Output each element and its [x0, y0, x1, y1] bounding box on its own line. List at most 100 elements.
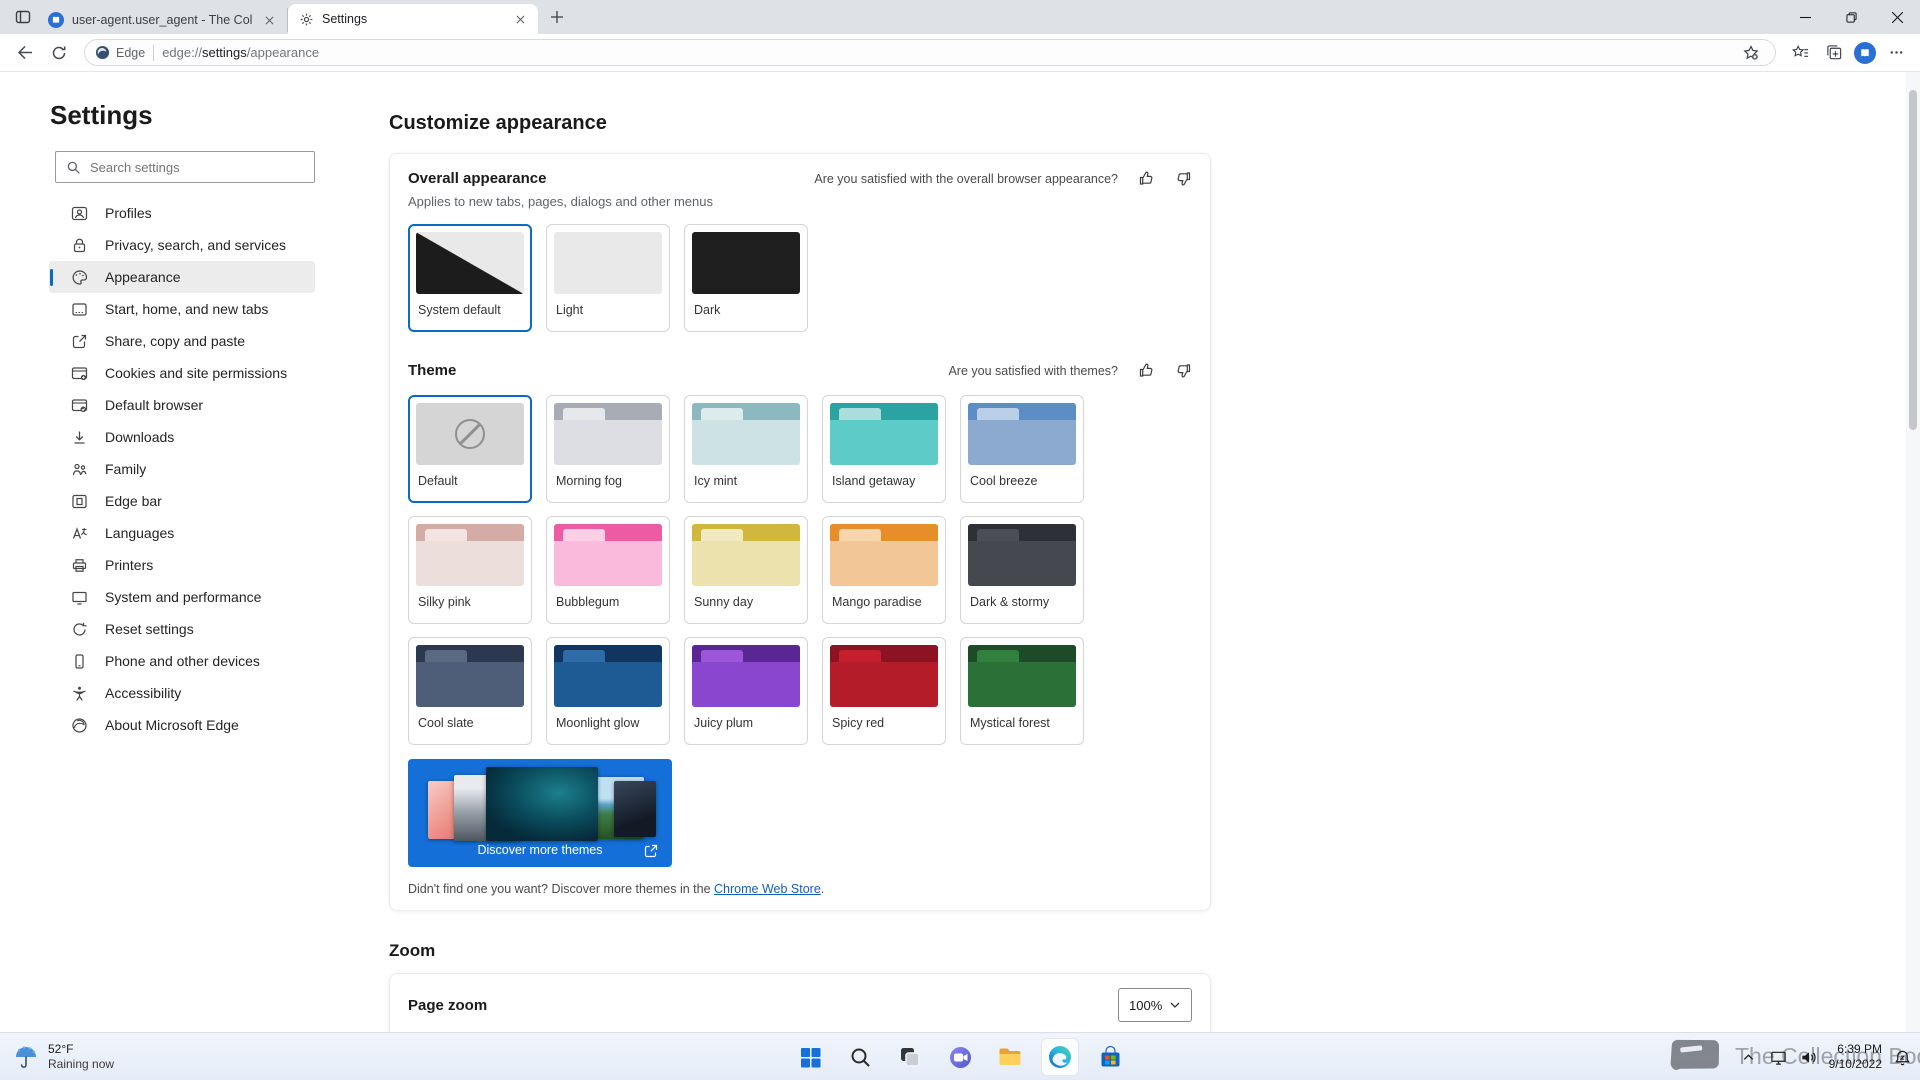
privacy-icon [70, 236, 88, 254]
sidebar-item-languages[interactable]: Languages [49, 517, 315, 549]
favorites-icon[interactable] [1786, 39, 1814, 67]
theme-option-bubblegum[interactable]: Bubblegum [546, 516, 670, 624]
sidebar-item-cookies[interactable]: Cookies and site permissions [49, 357, 315, 389]
sidebar-item-label: Languages [105, 525, 174, 541]
taskbar-file-explorer-icon[interactable] [991, 1038, 1029, 1076]
theme-option-island-getaway[interactable]: Island getaway [822, 395, 946, 503]
tab-title: user-agent.user_agent - The Coll [72, 13, 253, 27]
scrollbar-thumb[interactable] [1909, 90, 1917, 430]
thumbs-down-icon[interactable] [1175, 170, 1192, 187]
theme-option-icy-mint[interactable]: Icy mint [684, 395, 808, 503]
sidebar-item-label: Privacy, search, and services [105, 237, 286, 253]
theme-option-label: Morning fog [556, 474, 662, 488]
theme-preview [554, 524, 662, 586]
cookies-icon [70, 364, 88, 382]
discover-more-themes-banner[interactable]: Discover more themes [408, 759, 672, 867]
theme-preview [692, 524, 800, 586]
theme-preview [830, 403, 938, 465]
thumbs-down-icon[interactable] [1175, 362, 1192, 379]
sidebar-item-phone[interactable]: Phone and other devices [49, 645, 315, 677]
page-zoom-select[interactable]: 100% [1118, 988, 1192, 1022]
tab-settings[interactable]: Settings [288, 4, 538, 34]
theme-option-morning-fog[interactable]: Morning fog [546, 395, 670, 503]
theme-option-label: Silky pink [418, 595, 524, 609]
back-button[interactable] [10, 38, 40, 68]
appearance-option-dark[interactable]: Dark [684, 224, 808, 332]
chrome-web-store-link[interactable]: Chrome Web Store [714, 882, 821, 896]
appearance-option-system-default[interactable]: System default [408, 224, 532, 332]
appearance-option-light[interactable]: Light [546, 224, 670, 332]
theme-option-spicy-red[interactable]: Spicy red [822, 637, 946, 745]
sidebar-item-edge-bar[interactable]: Edge bar [49, 485, 315, 517]
downloads-icon [70, 428, 88, 446]
tab-close-icon[interactable] [261, 12, 277, 28]
theme-option-cool-breeze[interactable]: Cool breeze [960, 395, 1084, 503]
profile-avatar[interactable] [1854, 42, 1876, 64]
sidebar-item-privacy[interactable]: Privacy, search, and services [49, 229, 315, 261]
taskbar-start-icon[interactable] [791, 1038, 829, 1076]
tab-strip: user-agent.user_agent - The Coll Setting… [0, 0, 1920, 34]
thumbs-up-icon[interactable] [1138, 362, 1155, 379]
settings-nav: Profiles Privacy, search, and services App… [49, 197, 315, 741]
sidebar-item-label: Printers [105, 557, 153, 573]
sidebar-item-default-browser[interactable]: Default browser [49, 389, 315, 421]
taskbar-clock[interactable]: 6:39 PM 9/10/2022 [1829, 1042, 1882, 1072]
theme-option-default[interactable]: Default [408, 395, 532, 503]
volume-icon[interactable] [1799, 1047, 1819, 1067]
browser-window: user-agent.user_agent - The Coll Setting… [0, 0, 1920, 1032]
theme-option-silky-pink[interactable]: Silky pink [408, 516, 532, 624]
sidebar-item-appearance[interactable]: Appearance [49, 261, 315, 293]
thumbs-up-icon[interactable] [1138, 170, 1155, 187]
page-zoom-card: Page zoom 100% Default zoom level for al… [389, 973, 1211, 1032]
refresh-button[interactable] [44, 38, 74, 68]
sidebar-item-reset[interactable]: Reset settings [49, 613, 315, 645]
sidebar-item-label: Edge bar [105, 493, 162, 509]
hidden-icons-chevron[interactable] [1739, 1047, 1759, 1067]
sidebar-item-system[interactable]: System and performance [49, 581, 315, 613]
scrollbar-track[interactable] [1906, 72, 1920, 1032]
notification-bell-icon[interactable] [1892, 1047, 1912, 1067]
taskbar-chat-icon[interactable] [941, 1038, 979, 1076]
theme-option-moonlight-glow[interactable]: Moonlight glow [546, 637, 670, 745]
new-tab-button[interactable] [544, 4, 570, 30]
tab-collection-book[interactable]: user-agent.user_agent - The Coll [38, 8, 288, 32]
sidebar-item-share[interactable]: Share, copy and paste [49, 325, 315, 357]
taskbar-store-icon[interactable] [1091, 1038, 1129, 1076]
search-input[interactable] [90, 160, 304, 175]
sidebar-item-printers[interactable]: Printers [49, 549, 315, 581]
sidebar-item-about-edge[interactable]: About Microsoft Edge [49, 709, 315, 741]
theme-option-sunny-day[interactable]: Sunny day [684, 516, 808, 624]
site-chip[interactable]: Edge [95, 45, 145, 60]
phone-icon [70, 652, 88, 670]
sidebar-item-label: Profiles [105, 205, 152, 221]
menu-ellipsis-icon[interactable] [1882, 39, 1910, 67]
network-icon[interactable] [1769, 1047, 1789, 1067]
collections-icon[interactable] [1820, 39, 1848, 67]
theme-option-dark-stormy[interactable]: Dark & stormy [960, 516, 1084, 624]
restore-button[interactable] [1828, 0, 1874, 34]
theme-preview [554, 403, 662, 465]
tab-close-icon[interactable] [512, 11, 528, 27]
taskbar-task-view-icon[interactable] [891, 1038, 929, 1076]
sidebar-item-accessibility[interactable]: Accessibility [49, 677, 315, 709]
share-icon [70, 332, 88, 350]
theme-option-label: Mystical forest [970, 716, 1076, 730]
theme-option-juicy-plum[interactable]: Juicy plum [684, 637, 808, 745]
theme-preview-image [486, 767, 598, 841]
sidebar-item-profiles[interactable]: Profiles [49, 197, 315, 229]
sidebar-item-family[interactable]: Family [49, 453, 315, 485]
theme-option-cool-slate[interactable]: Cool slate [408, 637, 532, 745]
minimize-button[interactable] [1782, 0, 1828, 34]
sidebar-item-start[interactable]: Start, home, and new tabs [49, 293, 315, 325]
theme-option-mango-paradise[interactable]: Mango paradise [822, 516, 946, 624]
add-favorite-icon[interactable] [1737, 39, 1765, 67]
close-button[interactable] [1874, 0, 1920, 34]
taskbar-edge-icon[interactable] [1041, 1038, 1079, 1076]
tab-actions-menu-icon[interactable] [8, 4, 38, 30]
search-settings-box[interactable] [55, 151, 315, 183]
theme-option-mystical-forest[interactable]: Mystical forest [960, 637, 1084, 745]
taskbar-search-icon[interactable] [841, 1038, 879, 1076]
sidebar-item-downloads[interactable]: Downloads [49, 421, 315, 453]
settings-title: Settings [50, 100, 345, 131]
address-bar[interactable]: Edge edge://settings/appearance [84, 39, 1776, 66]
